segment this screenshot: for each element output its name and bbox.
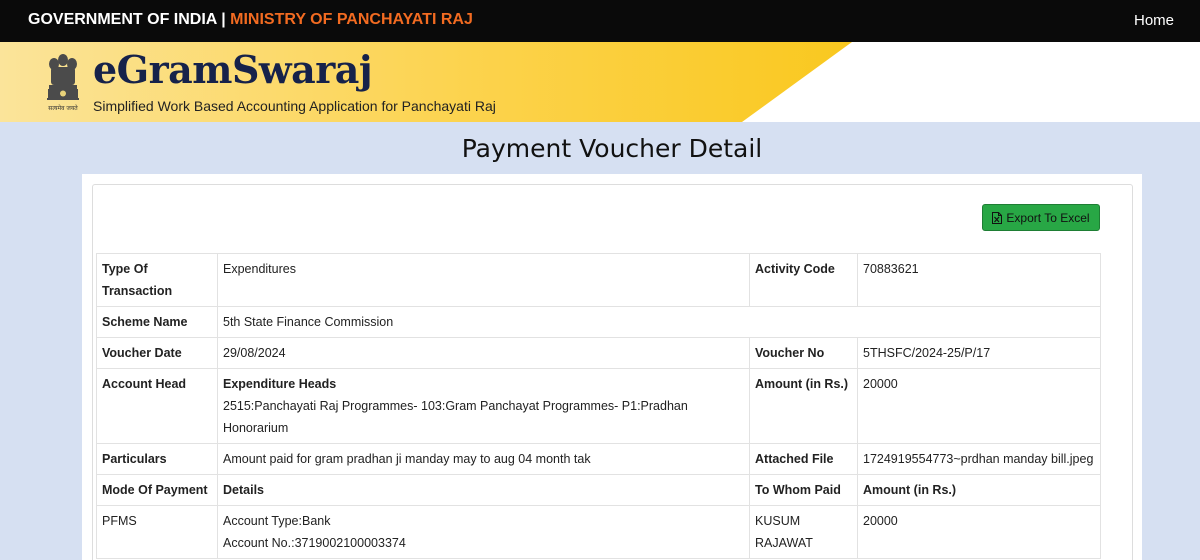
emblem-caption: सत्यमेव जयते [48, 104, 78, 112]
ministry-label: MINISTRY OF PANCHAYATI RAJ [230, 11, 473, 28]
heading-separator: | [221, 11, 226, 28]
amount-value: 20000 [857, 368, 1101, 444]
site-banner: सत्यमेव जयते eGramSwaraj Simplified Work… [0, 42, 1200, 122]
page-title: Payment Voucher Detail [461, 134, 763, 163]
type-of-transaction-value: Expenditures [217, 253, 750, 307]
payment-amount-header: Amount (in Rs.) [857, 474, 1101, 506]
government-label: GOVERNMENT OF INDIA [28, 11, 217, 28]
brand-tagline: Simplified Work Based Accounting Applica… [93, 98, 496, 114]
mode-of-payment-header: Mode Of Payment [96, 474, 218, 506]
particulars-value: Amount paid for gram pradhan ji manday m… [217, 443, 750, 475]
attached-file-value: 1724919554773~prdhan manday bill.jpeg [857, 443, 1101, 475]
attached-file-label: Attached File [749, 443, 858, 475]
export-button-label: Export To Excel [1006, 210, 1090, 225]
table-row: Voucher Date 29/08/2024 Voucher No 5THSF… [96, 337, 1101, 369]
table-header-row: Mode Of Payment Details To Whom Paid Amo… [96, 474, 1101, 506]
table-row: Particulars Amount paid for gram pradhan… [96, 443, 1101, 475]
table-row: Scheme Name 5th State Finance Commission [96, 306, 1101, 338]
particulars-label: Particulars [96, 443, 218, 475]
table-row: Type Of Transaction Expenditures Activit… [96, 253, 1101, 307]
excel-file-icon [992, 211, 1003, 224]
account-number-value: Account No.:3719002100003374 [223, 536, 406, 550]
voucher-date-value: 29/08/2024 [217, 337, 750, 369]
expenditure-heads-label: Expenditure Heads [223, 377, 337, 391]
brand-logo-text: eGramSwaraj [93, 47, 373, 92]
details-header: Details [217, 474, 750, 506]
national-emblem-icon: सत्यमेव जयते [44, 50, 82, 114]
type-of-transaction-label: Type Of Transaction [96, 253, 218, 307]
expenditure-heads-value: 2515:Panchayati Raj Programmes- 103:Gram… [223, 399, 688, 435]
payment-amount-value: 20000 [857, 505, 1101, 559]
scheme-name-value: 5th State Finance Commission [217, 306, 1101, 338]
amount-label: Amount (in Rs.) [749, 368, 858, 444]
voucher-no-label: Voucher No [749, 337, 858, 369]
account-head-label: Account Head [96, 368, 218, 444]
top-bar: GOVERNMENT OF INDIA | MINISTRY OF PANCHA… [0, 0, 1200, 42]
table-row: Account Head Expenditure Heads 2515:Panc… [96, 368, 1101, 444]
account-type-value: Account Type:Bank [223, 514, 331, 528]
account-head-cell: Expenditure Heads 2515:Panchayati Raj Pr… [217, 368, 750, 444]
home-link[interactable]: Home [1134, 12, 1174, 29]
table-row: PFMS Account Type:Bank Account No.:37190… [96, 505, 1101, 559]
activity-code-value: 70883621 [857, 253, 1101, 307]
voucher-detail-table: Type Of Transaction Expenditures Activit… [96, 253, 1101, 559]
export-to-excel-button[interactable]: Export To Excel [982, 204, 1100, 231]
government-heading: GOVERNMENT OF INDIA | MINISTRY OF PANCHA… [28, 11, 473, 29]
activity-code-label: Activity Code [749, 253, 858, 307]
payment-details-cell: Account Type:Bank Account No.:3719002100… [217, 505, 750, 559]
payment-mode-value: PFMS [96, 505, 218, 559]
voucher-no-value: 5THSFC/2024-25/P/17 [857, 337, 1101, 369]
voucher-date-label: Voucher Date [96, 337, 218, 369]
scheme-name-label: Scheme Name [96, 306, 218, 338]
payee-name-value: KUSUM RAJAWAT [749, 505, 858, 559]
to-whom-paid-header: To Whom Paid [749, 474, 858, 506]
